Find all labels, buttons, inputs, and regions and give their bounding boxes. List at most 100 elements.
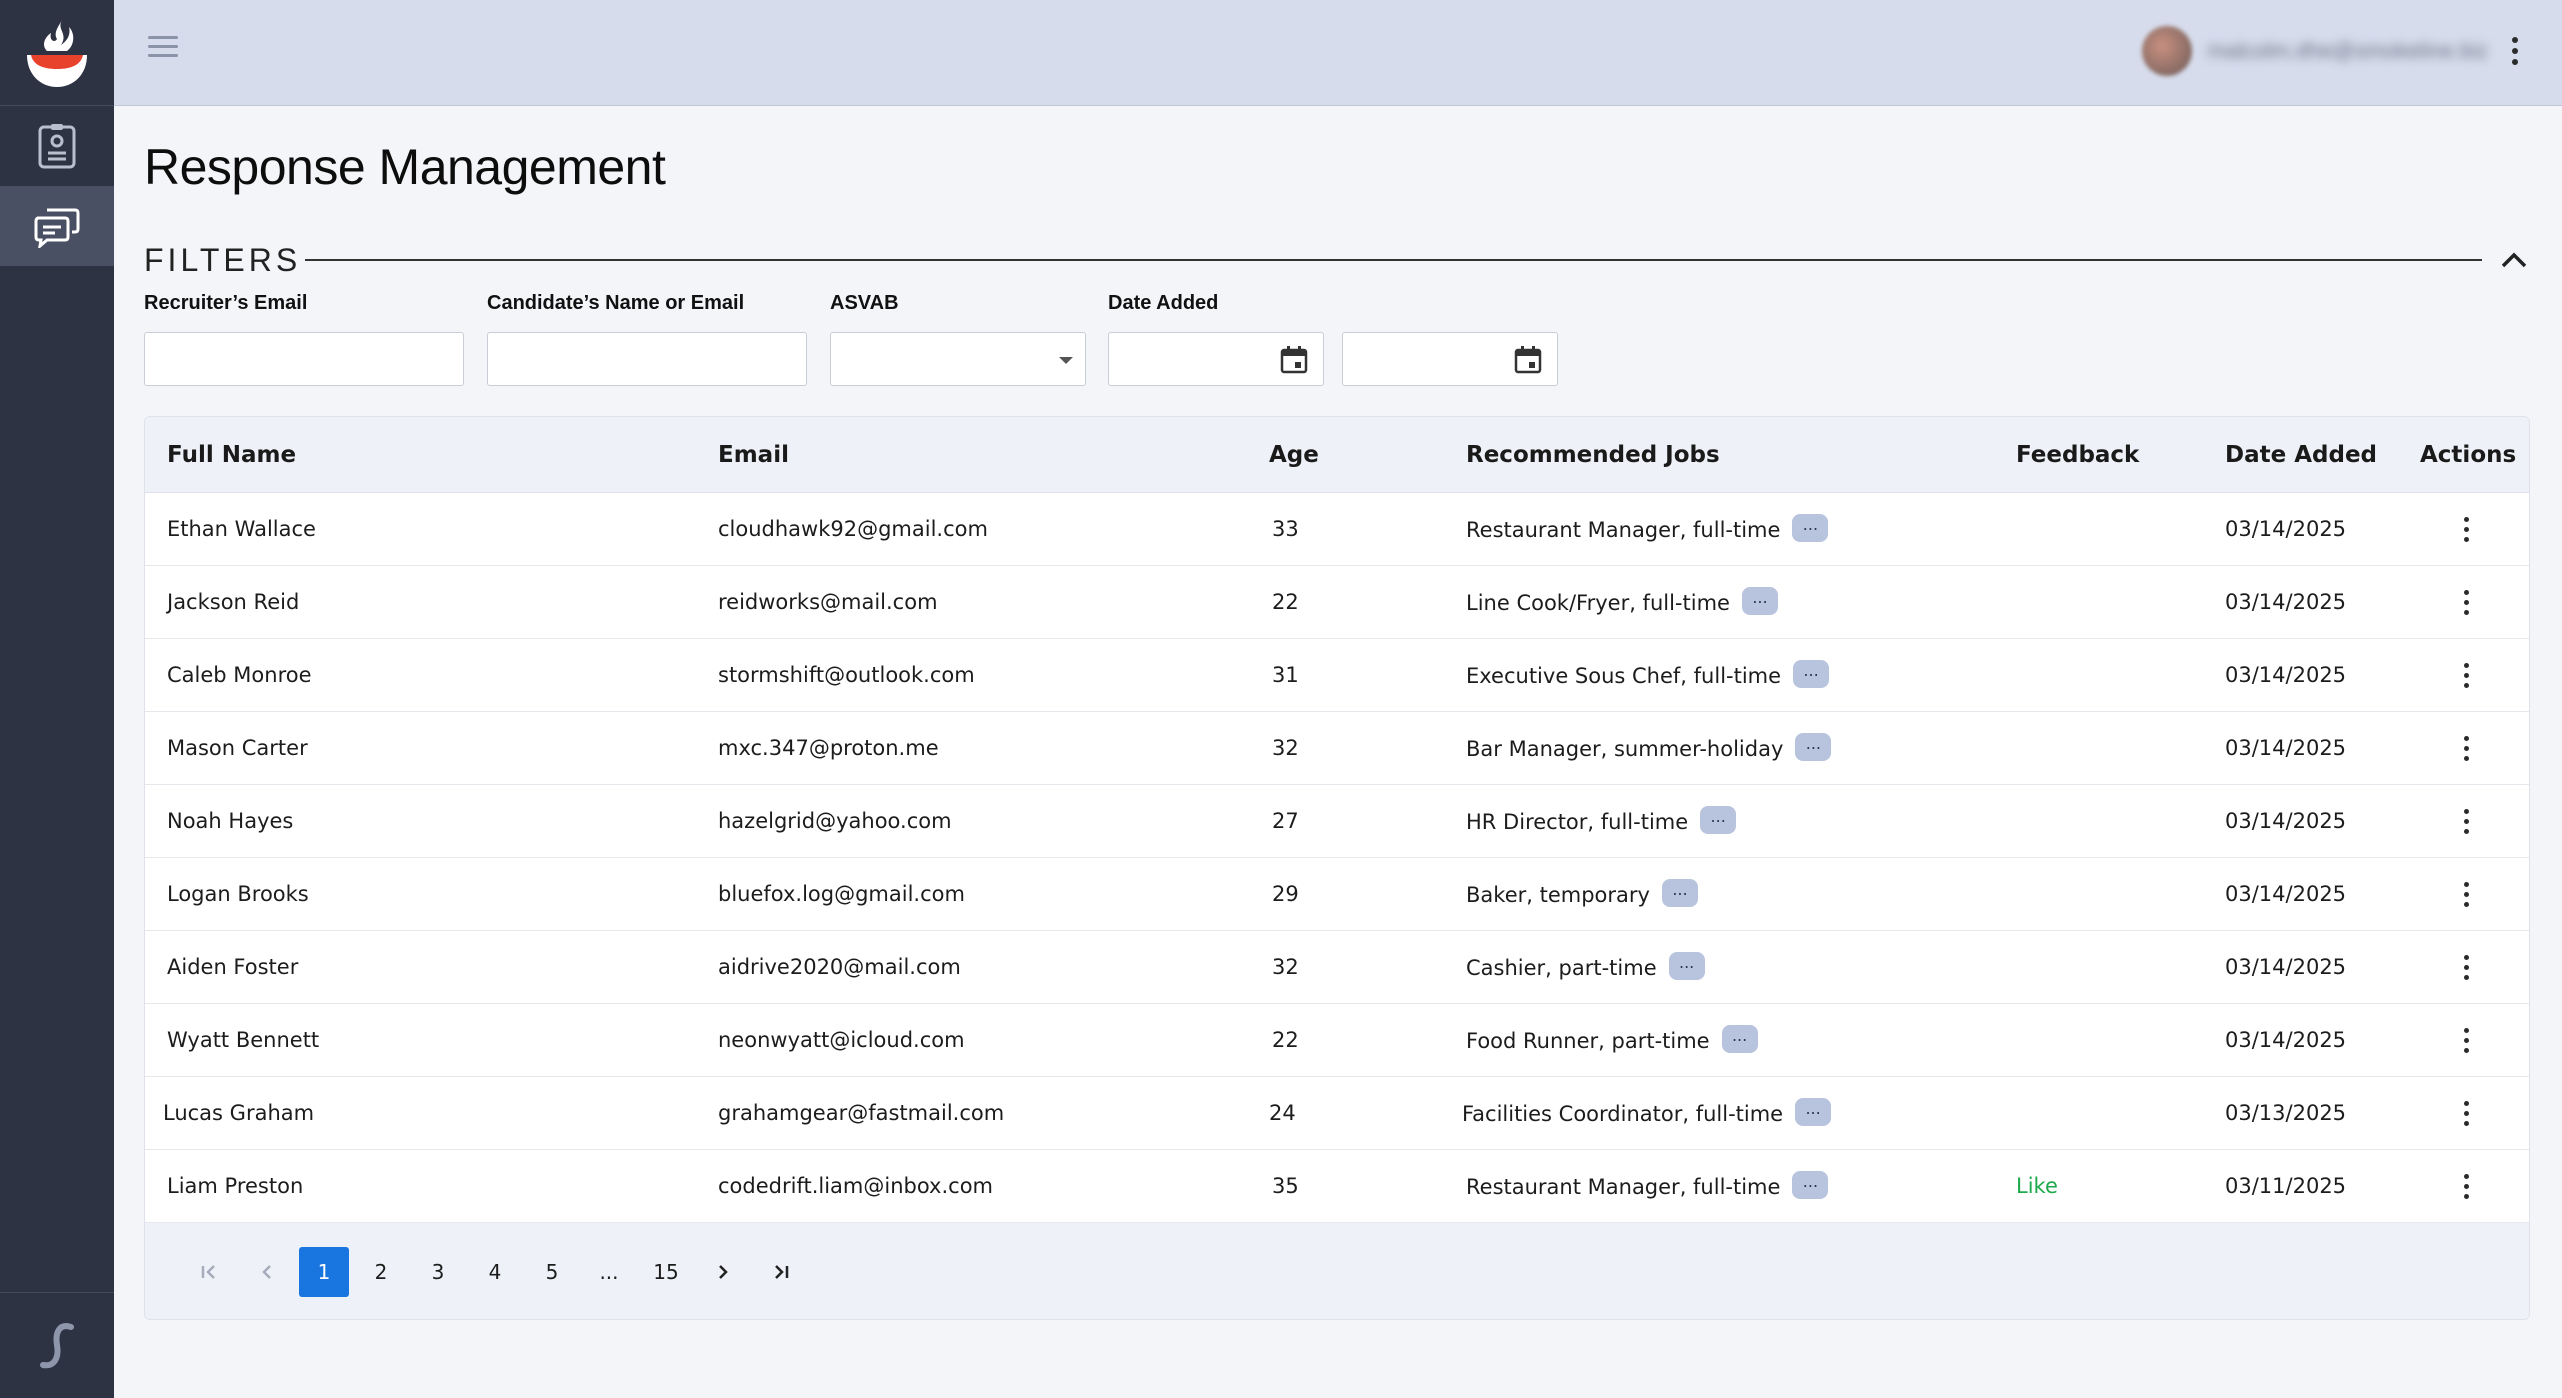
more-jobs-button[interactable]: ... (1741, 587, 1778, 615)
job-text: Bar Manager, summer-holiday (1466, 737, 1784, 761)
page-button[interactable]: 4 (470, 1247, 520, 1297)
cell-full-name: Noah Hayes (167, 809, 294, 833)
cell-date-added: 03/11/2025 (2225, 1174, 2347, 1198)
menu-icon[interactable] (148, 36, 178, 60)
row-actions-icon[interactable] (2458, 880, 2475, 909)
first-page-icon[interactable] (185, 1247, 235, 1297)
avatar[interactable] (2141, 26, 2192, 76)
chevron-up-icon[interactable] (2494, 245, 2534, 275)
logo[interactable] (0, 0, 114, 106)
more-jobs-button[interactable]: ... (1792, 514, 1829, 542)
cell-email: aidrive2020@mail.com (718, 955, 961, 979)
brand-s-icon (40, 1322, 74, 1368)
filters-divider (305, 259, 2482, 261)
cell-email: codedrift.liam@inbox.com (718, 1174, 993, 1198)
row-actions-icon[interactable] (2458, 515, 2475, 544)
page-title: Response Management (144, 139, 666, 195)
chat-bubbles-icon (34, 208, 80, 248)
table-row[interactable]: Logan Brooks bluefox.log@gmail.com 29 Baker… (145, 858, 2529, 931)
cell-recommended-jobs: Restaurant Manager, full-time... (1466, 514, 1829, 545)
cell-full-name: Ethan Wallace (167, 517, 316, 541)
col-recommended-jobs[interactable]: Recommended Jobs (1466, 442, 1720, 468)
cell-email: reidworks@mail.com (718, 590, 938, 614)
cell-recommended-jobs: Line Cook/Fryer, full-time... (1466, 587, 1778, 618)
cell-full-name: Wyatt Bennett (167, 1028, 320, 1052)
more-jobs-button[interactable]: ... (1795, 733, 1832, 761)
table-row[interactable]: Noah Hayes hazelgrid@yahoo.com 27 HR Direct… (145, 785, 2529, 858)
page-button[interactable]: 3 (413, 1247, 463, 1297)
cell-full-name: Jackson Reid (167, 590, 300, 614)
recruiter-email-input[interactable] (144, 332, 464, 386)
date-to-input[interactable] (1342, 332, 1558, 386)
row-actions-icon[interactable] (2458, 953, 2475, 982)
col-feedback[interactable]: Feedback (2016, 442, 2139, 468)
cell-age: 22 (1272, 1028, 1299, 1052)
cell-recommended-jobs: Restaurant Manager, full-time... (1466, 1171, 1829, 1202)
date-from-input[interactable] (1108, 332, 1324, 386)
sidebar-item-responses[interactable] (0, 186, 114, 266)
more-jobs-button[interactable]: ... (1661, 879, 1698, 907)
cell-date-added: 03/13/2025 (2225, 1101, 2347, 1125)
asvab-select[interactable] (830, 332, 1086, 386)
recruiter-email-label: Recruiter’s Email (144, 292, 308, 314)
cell-age: 35 (1272, 1174, 1299, 1198)
cell-full-name: Caleb Monroe (167, 663, 312, 687)
col-full-name[interactable]: Full Name (167, 442, 296, 468)
more-jobs-button[interactable]: ... (1792, 1171, 1829, 1199)
row-actions-icon[interactable] (2458, 734, 2475, 763)
cell-full-name: Logan Brooks (167, 882, 309, 906)
cell-email: stormshift@outlook.com (718, 663, 975, 687)
job-text: Line Cook/Fryer, full-time (1466, 591, 1730, 615)
row-actions-icon[interactable] (2458, 588, 2475, 617)
more-jobs-button[interactable]: ... (1793, 660, 1830, 688)
row-actions-icon[interactable] (2458, 661, 2475, 690)
page-button[interactable]: 1 (299, 1247, 349, 1297)
more-jobs-button[interactable]: ... (1721, 1025, 1758, 1053)
calendar-icon[interactable] (1279, 345, 1309, 375)
col-age[interactable]: Age (1269, 442, 1319, 468)
table-row[interactable]: Lucas Graham grahamgear@fastmail.com 24 Fac… (145, 1077, 2529, 1150)
job-text: Baker, temporary (1466, 883, 1650, 907)
more-jobs-button[interactable]: ... (1668, 952, 1705, 980)
flame-bowl-logo-icon (27, 18, 87, 87)
row-actions-icon[interactable] (2458, 807, 2475, 836)
user-menu[interactable]: malcolm.dhe@smokeline.biz (2141, 26, 2526, 76)
cell-recommended-jobs: Food Runner, part-time... (1466, 1025, 1758, 1056)
row-actions-icon[interactable] (2458, 1026, 2475, 1055)
more-jobs-button[interactable]: ... (1700, 806, 1737, 834)
date-to-filter (1342, 292, 1558, 386)
table-row[interactable]: Caleb Monroe stormshift@outlook.com 31 Exec… (145, 639, 2529, 712)
calendar-icon[interactable] (1513, 345, 1543, 375)
more-vert-icon[interactable] (2504, 33, 2526, 69)
cell-date-added: 03/14/2025 (2225, 882, 2347, 906)
table-row[interactable]: Ethan Wallace cloudhawk92@gmail.com 33 Rest… (145, 493, 2529, 566)
job-text: Cashier, part-time (1466, 956, 1657, 980)
cell-full-name: Lucas Graham (163, 1101, 315, 1125)
col-email[interactable]: Email (718, 442, 789, 468)
cell-date-added: 03/14/2025 (2225, 809, 2347, 833)
table-row[interactable]: Wyatt Bennett neonwyatt@icloud.com 22 Food … (145, 1004, 2529, 1077)
page-button[interactable]: 5 (527, 1247, 577, 1297)
cell-age: 29 (1272, 882, 1299, 906)
sidebar-item-candidates[interactable] (0, 106, 114, 186)
sidebar-footer-logo[interactable] (0, 1292, 114, 1398)
candidate-input[interactable] (487, 332, 807, 386)
table-row[interactable]: Aiden Foster aidrive2020@mail.com 32 Cashie… (145, 931, 2529, 1004)
table-body: Ethan Wallace cloudhawk92@gmail.com 33 Rest… (145, 493, 2529, 1223)
prev-page-icon[interactable] (242, 1247, 292, 1297)
page-button[interactable]: 2 (356, 1247, 406, 1297)
page-button[interactable]: 15 (641, 1247, 691, 1297)
table-row[interactable]: Jackson Reid reidworks@mail.com 22 Line Coo… (145, 566, 2529, 639)
last-page-icon[interactable] (755, 1247, 805, 1297)
job-text: HR Director, full-time (1466, 810, 1689, 834)
job-text: Executive Sous Chef, full-time (1466, 664, 1782, 688)
row-actions-icon[interactable] (2458, 1099, 2475, 1128)
candidate-filter: Candidate’s Name or Email (487, 292, 807, 386)
next-page-icon[interactable] (698, 1247, 748, 1297)
col-date-added[interactable]: Date Added (2225, 442, 2377, 468)
table-row[interactable]: Mason Carter mxc.347@proton.me 32 Bar Manag… (145, 712, 2529, 785)
cell-date-added: 03/14/2025 (2225, 1028, 2347, 1052)
table-row[interactable]: Liam Preston codedrift.liam@inbox.com 35 Re… (145, 1150, 2529, 1223)
row-actions-icon[interactable] (2458, 1172, 2475, 1201)
more-jobs-button[interactable]: ... (1795, 1098, 1832, 1126)
